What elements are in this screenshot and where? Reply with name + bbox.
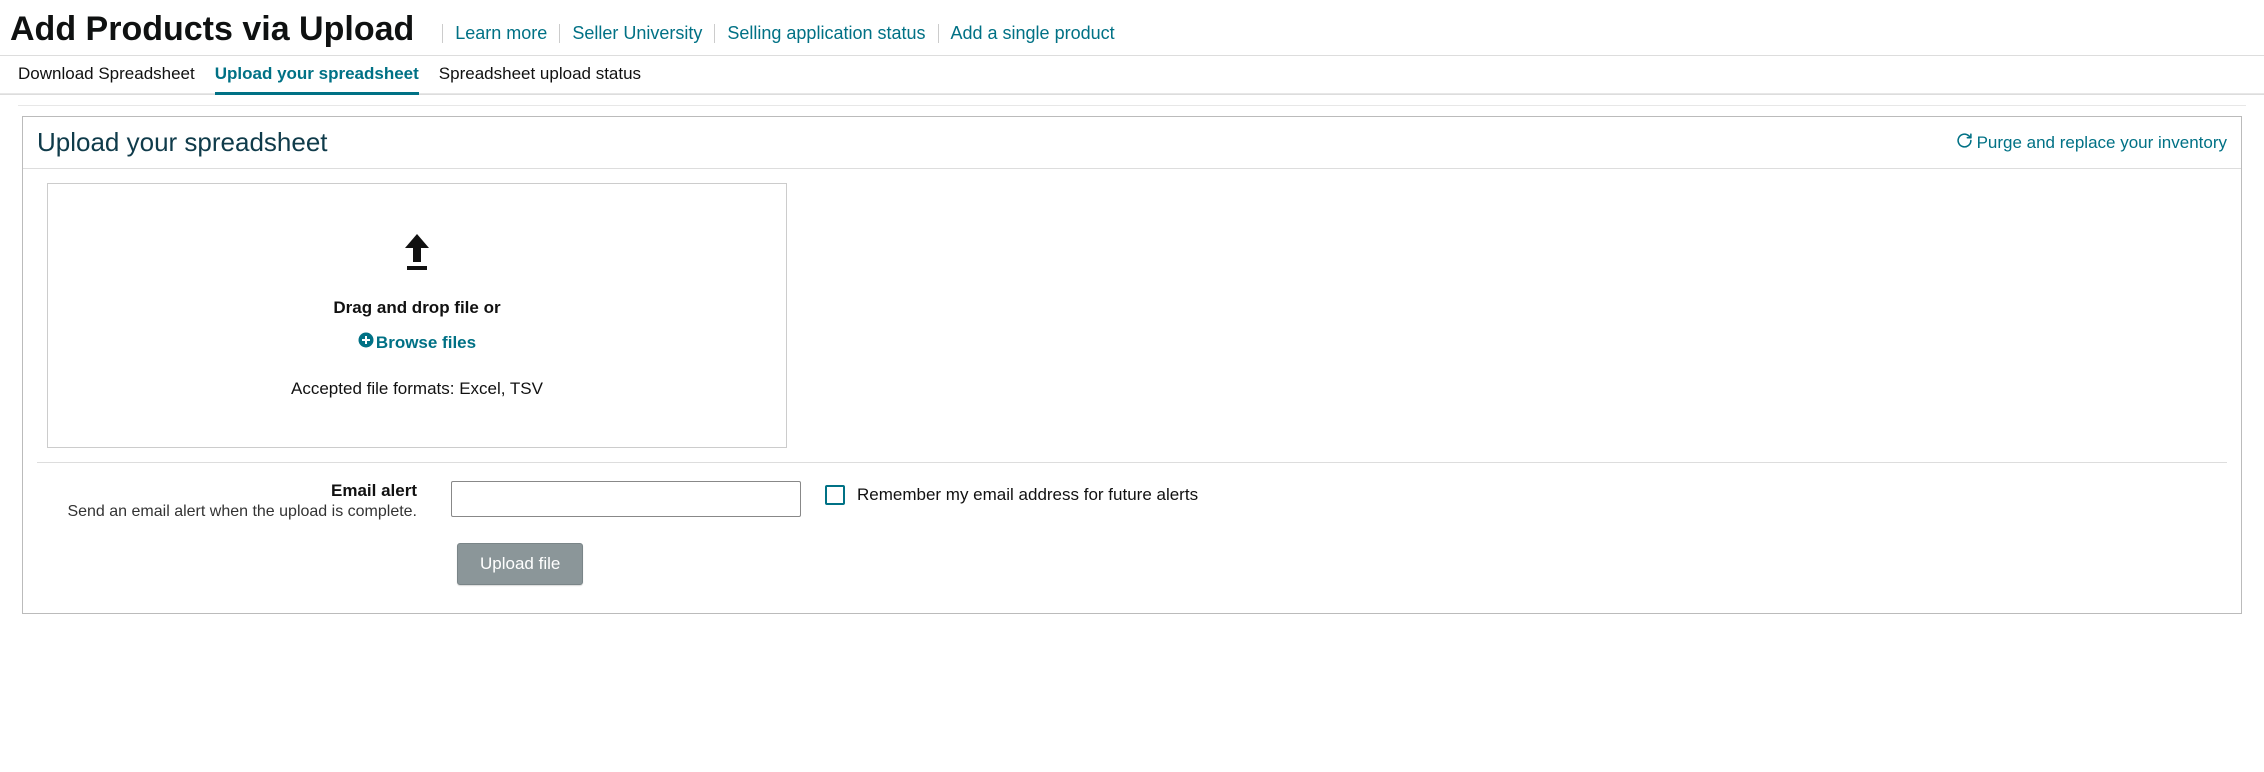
upload-panel: Upload your spreadsheet Purge and replac… — [22, 116, 2242, 614]
remember-email-checkbox[interactable] — [825, 485, 845, 505]
upload-icon — [68, 232, 766, 272]
purge-replace-label: Purge and replace your inventory — [1977, 133, 2227, 153]
browse-files-link[interactable]: Browse files — [358, 332, 476, 353]
selling-application-status-link[interactable]: Selling application status — [714, 24, 937, 44]
panel-header: Upload your spreadsheet Purge and replac… — [23, 117, 2241, 169]
divider — [37, 462, 2227, 463]
page-title: Add Products via Upload — [10, 10, 442, 49]
seller-university-link[interactable]: Seller University — [559, 24, 714, 44]
panel-title: Upload your spreadsheet — [37, 127, 328, 158]
purge-replace-link[interactable]: Purge and replace your inventory — [1956, 132, 2227, 154]
upload-button-row: Upload file — [457, 543, 2227, 585]
tabs-bar: Download Spreadsheet Upload your spreads… — [0, 55, 2264, 95]
tab-download-spreadsheet[interactable]: Download Spreadsheet — [18, 56, 195, 95]
email-alert-input[interactable] — [451, 481, 801, 517]
panel-body: Drag and drop file or Browse files Accep… — [23, 169, 2241, 613]
remember-email-group: Remember my email address for future ale… — [825, 481, 1198, 505]
email-alert-sublabel: Send an email alert when the upload is c… — [47, 503, 417, 521]
browse-files-label: Browse files — [376, 333, 476, 353]
accepted-formats-text: Accepted file formats: Excel, TSV — [68, 379, 766, 399]
email-alert-label: Email alert — [47, 481, 417, 501]
upload-file-button[interactable]: Upload file — [457, 543, 583, 585]
divider — [18, 105, 2246, 106]
header-links: Learn more Seller University Selling app… — [442, 24, 1126, 44]
learn-more-link[interactable]: Learn more — [442, 24, 559, 44]
file-dropzone[interactable]: Drag and drop file or Browse files Accep… — [47, 183, 787, 448]
refresh-icon — [1956, 132, 1973, 154]
page-header: Add Products via Upload Learn more Selle… — [0, 0, 2264, 55]
add-single-product-link[interactable]: Add a single product — [938, 24, 1127, 44]
tab-upload-spreadsheet[interactable]: Upload your spreadsheet — [215, 56, 419, 95]
remember-email-label: Remember my email address for future ale… — [857, 485, 1198, 505]
tab-upload-status[interactable]: Spreadsheet upload status — [439, 56, 641, 95]
plus-circle-icon — [358, 332, 374, 353]
drag-drop-text: Drag and drop file or — [68, 298, 766, 318]
email-alert-row: Email alert Send an email alert when the… — [47, 481, 2227, 521]
email-alert-label-col: Email alert Send an email alert when the… — [47, 481, 427, 521]
